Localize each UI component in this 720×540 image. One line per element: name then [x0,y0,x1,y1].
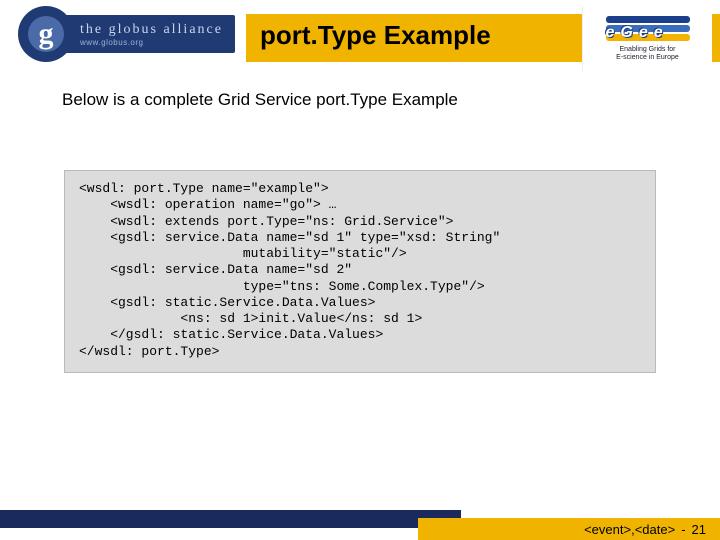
code-line: mutability="static"/> [79,246,407,261]
code-line: type="tns: Some.Complex.Type"/> [79,279,485,294]
globus-line2: www.globus.org [80,38,223,47]
code-line: <wsdl: port.Type name="example"> [79,181,329,196]
footer-gold-bar: <event>, <date> - 21 [418,518,720,540]
egee-letters: eGee [606,24,669,42]
code-block: <wsdl: port.Type name="example"> <wsdl: … [64,170,656,373]
subtitle-text: Below is a complete Grid Service port.Ty… [0,78,720,110]
globus-line1: the globus alliance [80,22,223,38]
footer-page: 21 [692,522,706,537]
header: g the globus alliance www.globus.org por… [0,0,720,78]
egee-tagline: Enabling Grids for E-science in Europe [616,46,679,61]
globus-globe-icon: g [18,6,74,62]
globus-g-letter: g [28,16,64,52]
code-line: </wsdl: port.Type> [79,344,219,359]
code-line: <gsdl: service.Data name="sd 1" type="xs… [79,230,500,245]
slide: g the globus alliance www.globus.org por… [0,0,720,540]
footer-event: <event> [584,522,631,537]
code-line: <wsdl: extends port.Type="ns: Grid.Servi… [79,214,453,229]
egee-tagline-1: Enabling Grids for [619,46,675,53]
code-area: <wsdl: port.Type name="example"> <wsdl: … [64,170,656,373]
footer-blue-bar [0,510,461,528]
footer: <event>, <date> - 21 [0,510,720,540]
globus-text: the globus alliance www.globus.org [60,15,235,53]
code-line: <gsdl: static.Service.Data.Values> [79,295,375,310]
footer-date: <date> [635,522,676,537]
globus-alliance-logo: g the globus alliance www.globus.org [18,2,246,66]
egee-logo: eGee Enabling Grids for E-science in Eur… [582,6,712,72]
code-line: <gsdl: service.Data name="sd 2" [79,262,352,277]
footer-sep: - [681,522,685,537]
code-line: </gsdl: static.Service.Data.Values> [79,327,383,342]
code-line: <wsdl: operation name="go"> … [79,197,336,212]
code-line: <ns: sd 1>init.Value</ns: sd 1> [79,311,422,326]
egee-tagline-2: E-science in Europe [616,54,679,61]
slide-title: port.Type Example [260,20,491,51]
